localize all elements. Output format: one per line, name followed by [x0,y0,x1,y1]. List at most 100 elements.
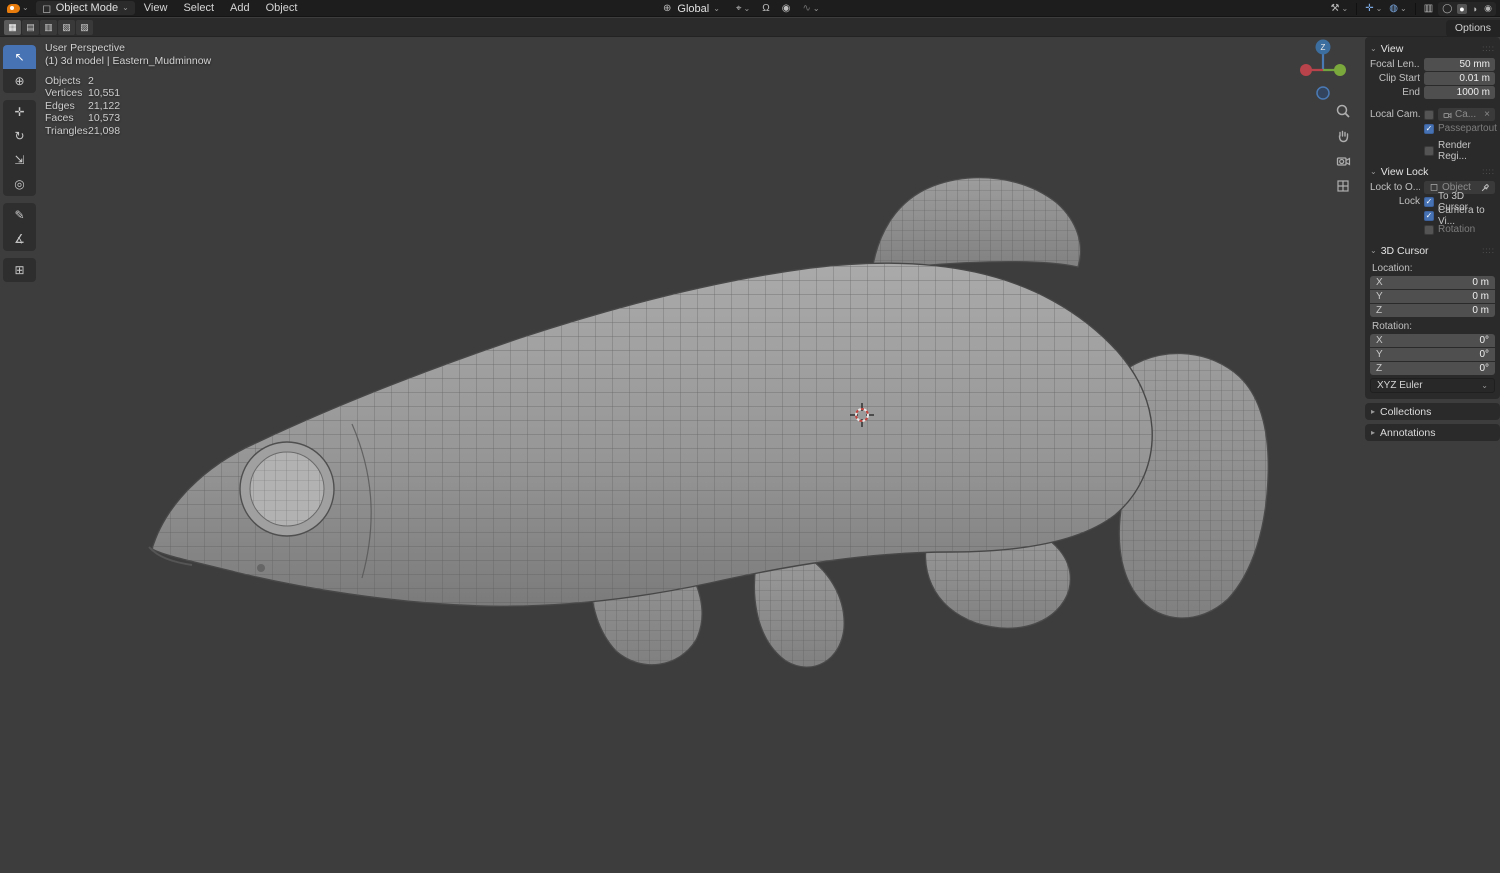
stat-value: 10,573 [88,112,120,124]
panel-grip[interactable]: :::: [1482,44,1495,53]
clip-end-field[interactable]: 1000 m [1424,86,1495,99]
axis-value: 0 m [1472,305,1489,316]
axis-label: Z [1376,305,1382,316]
snap-magnet-toggle[interactable]: Ω [760,3,771,14]
tool-scale[interactable]: ⇲ [3,148,36,172]
view-section-header[interactable]: ⌄ View :::: [1368,40,1497,57]
mode-selector[interactable]: ◻ Object Mode ⌄ [36,1,135,15]
clip-start-label: Clip Start [1370,73,1420,84]
clip-end-row: End 1000 m [1370,86,1495,99]
show-gizmos-dropdown[interactable]: ✛⌄ [1363,3,1384,14]
axis-label: X [1376,277,1383,288]
select-mode-group: ▦ ▤ ▥ ▧ ▨ [0,20,93,35]
tool-rotate[interactable]: ↻ [3,124,36,148]
separator [1415,3,1416,15]
gizmo-axis-y-positive[interactable] [1334,64,1346,76]
select-mode-set-icon[interactable]: ▦ [4,20,21,35]
shading-wireframe-icon[interactable]: ◯ [1440,3,1454,14]
navigation-gizmo[interactable]: Z [1284,31,1362,109]
tool-annotate[interactable]: ✎ [3,203,36,227]
chevron-down-icon: ⌄ [122,4,129,12]
cursor-rotation-x[interactable]: X 0° [1370,334,1495,347]
cursor-rotation-y[interactable]: Y 0° [1370,348,1495,361]
zoom-button[interactable] [1332,101,1354,121]
tool-transform[interactable]: ◎ [3,172,36,196]
view-lock-section-header[interactable]: ⌄ View Lock :::: [1368,163,1497,180]
tool-cursor[interactable]: ⊕ [3,69,36,93]
passepartout-label: Passepartout [1438,123,1497,134]
options-button[interactable]: Options [1446,20,1500,37]
cursor-location-x[interactable]: X 0 m [1370,276,1495,289]
tool-measure[interactable]: ∡ [3,227,36,251]
local-camera-field[interactable]: Ca... × [1438,108,1495,121]
panel-grip[interactable]: :::: [1482,167,1495,176]
stat-label: Triangles [45,125,88,137]
clip-end-label: End [1370,87,1420,98]
menu-object[interactable]: Object [259,1,305,15]
proportional-falloff-dropdown[interactable]: ∿⌄ [800,3,821,14]
xray-toggle[interactable]: ▥ [1422,3,1435,14]
panel-grip[interactable]: :::: [1482,246,1495,255]
active-tool-dropdown[interactable]: ⚒⌄ [1329,3,1351,14]
camera-to-view-checkbox[interactable]: ✓ [1424,211,1434,221]
gizmo-axis-x-negative[interactable] [1300,64,1312,76]
menu-add[interactable]: Add [223,1,257,15]
collections-panel-header[interactable]: ▸ Collections [1365,403,1500,420]
to-3d-cursor-checkbox[interactable]: ✓ [1424,197,1434,207]
chevron-down-icon: ⌄ [1376,5,1383,13]
focal-length-label: Focal Len... [1370,59,1420,70]
select-mode-invert-icon[interactable]: ▧ [58,20,75,35]
blender-app-menu[interactable]: ⌄ [5,4,31,13]
render-region-row: Render Regi... [1370,144,1495,157]
lock-rotation-checkbox[interactable] [1424,225,1434,235]
cursor-tool-icon: ⊕ [14,74,24,88]
axis-label: Z [1376,363,1382,374]
tool-move[interactable]: ✛ [3,100,36,124]
menu-select[interactable]: Select [176,1,221,15]
clip-start-field[interactable]: 0.01 m [1424,72,1495,85]
shading-material-icon[interactable]: ◑ [1470,4,1479,14]
view-panel: ⌄ View :::: Focal Len... 50 mm Clip Star… [1365,37,1500,399]
proportional-editing-toggle[interactable]: ◉ [780,3,793,14]
shading-rendered-icon[interactable]: ◉ [1482,3,1494,14]
passepartout-row: ✓ Passepartout [1370,122,1495,135]
annotations-panel-header[interactable]: ▸ Annotations [1365,424,1500,441]
view-perspective-label: User Perspective [45,42,211,55]
cursor-location-fields: X 0 m Y 0 m Z 0 m [1370,276,1495,317]
rotation-mode-dropdown[interactable]: XYZ Euler ⌄ [1370,378,1495,393]
orientation-globe-icon: ⊕ [661,3,673,14]
show-overlays-dropdown[interactable]: ◍⌄ [1387,3,1408,14]
shading-solid-icon[interactable]: ● [1457,4,1466,14]
ortho-toggle-button[interactable] [1332,176,1354,196]
camera-to-view-row: ✓ Camera to Vi... [1370,209,1495,222]
select-mode-extend-icon[interactable]: ▤ [22,20,39,35]
clear-icon[interactable]: × [1484,109,1490,120]
local-camera-checkbox[interactable] [1424,110,1434,120]
gizmo-axis-z-negative[interactable] [1317,87,1329,99]
cursor-location-z[interactable]: Z 0 m [1370,304,1495,317]
passepartout-checkbox[interactable]: ✓ [1424,124,1434,134]
axis-label: Y [1376,291,1383,302]
camera-icon [1335,153,1351,169]
select-mode-intersect-icon[interactable]: ▨ [76,20,93,35]
camera-view-button[interactable] [1332,151,1354,171]
menu-view[interactable]: View [137,1,175,15]
chevron-down-icon: ⌄ [813,5,820,13]
cursor-section-header[interactable]: ⌄ 3D Cursor :::: [1368,242,1497,259]
focal-length-field[interactable]: 50 mm [1424,58,1495,71]
caret-down-icon: ⌄ [1370,247,1377,255]
tool-select-box[interactable]: ↖ [3,45,36,69]
toolbar-left: ↖ ⊕ ✛ ↻ ⇲ ◎ ✎ ∡ ⊞ [3,45,36,289]
tool-add-cube[interactable]: ⊞ [3,258,36,282]
select-mode-subtract-icon[interactable]: ▥ [40,20,57,35]
cursor-rotation-z[interactable]: Z 0° [1370,362,1495,375]
render-region-checkbox[interactable] [1424,146,1434,156]
transform-orientation-selector[interactable]: ⊕ Global ⌄ [655,2,726,16]
cursor-location-y[interactable]: Y 0 m [1370,290,1495,303]
lock-to-object-label: Lock to O... [1370,182,1420,193]
rotate-icon: ↻ [14,129,24,143]
snap-target-dropdown[interactable]: ⌖⌄ [734,3,752,14]
viewport-3d[interactable]: ↖ ⊕ ✛ ↻ ⇲ ◎ ✎ ∡ ⊞ User Perspective (1) 3… [0,17,1500,873]
pan-button[interactable] [1332,126,1354,146]
fish-mesh-model[interactable] [0,17,1500,873]
